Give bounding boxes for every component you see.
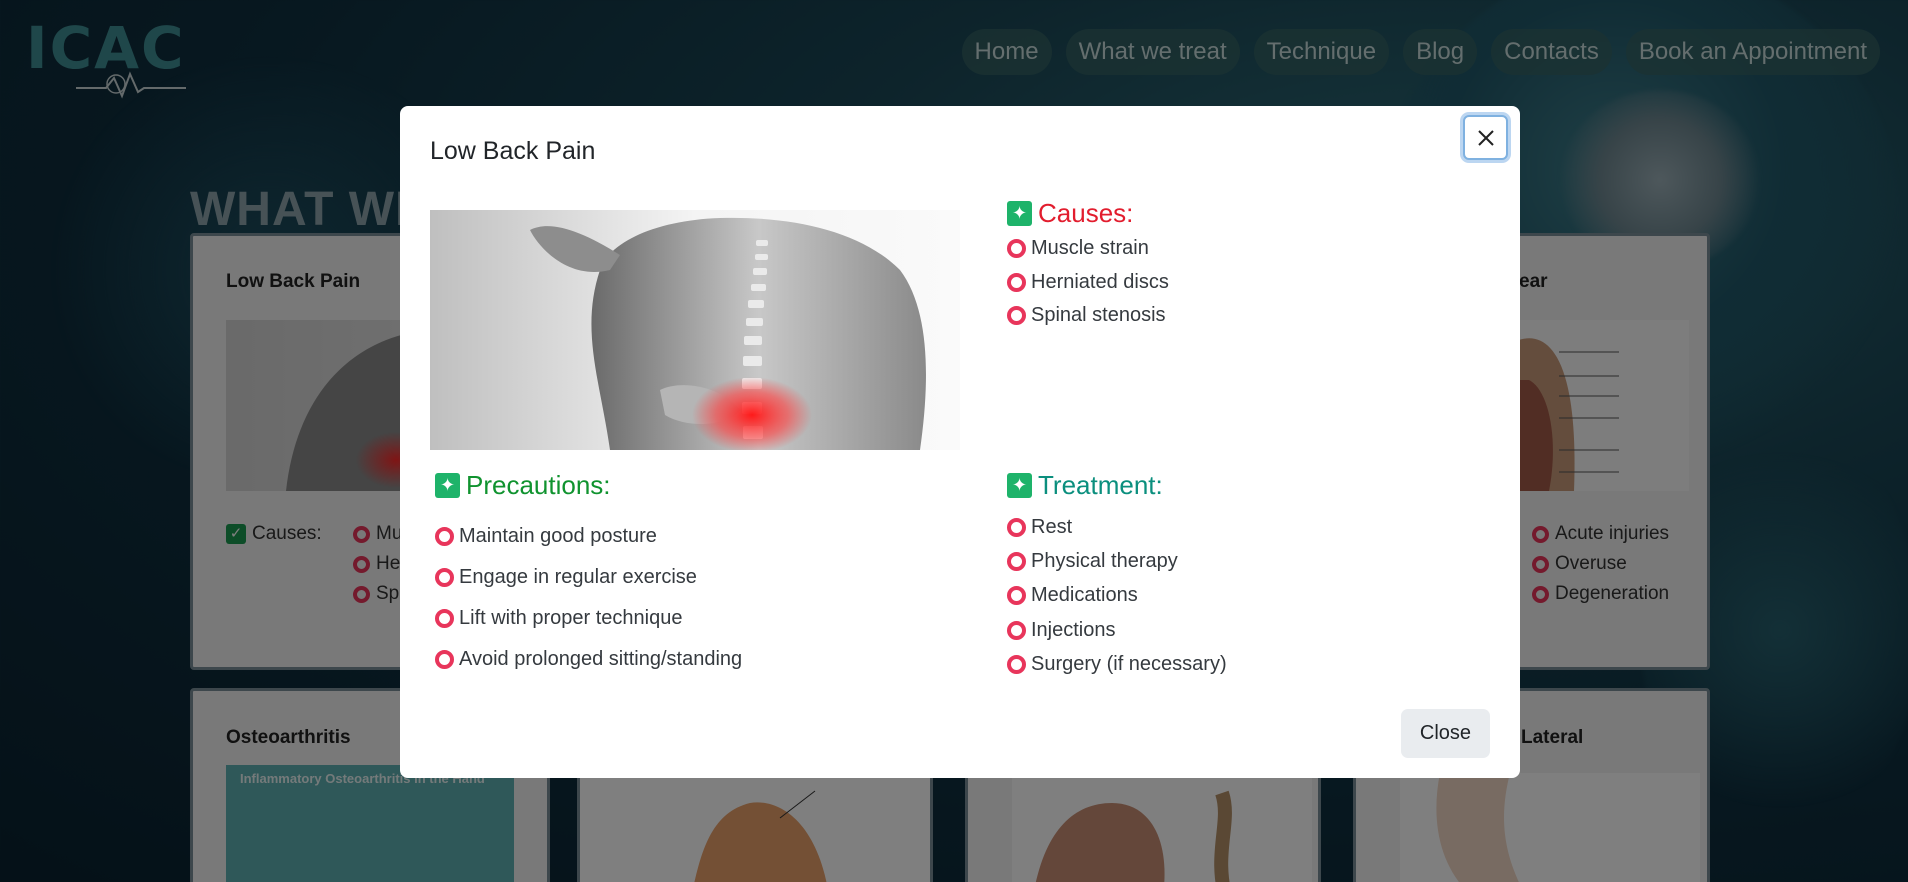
list-item: Maintain good posture xyxy=(435,516,742,557)
list-item-text: Engage in regular exercise xyxy=(459,566,697,588)
treatment-heading: ✦ Treatment: xyxy=(1007,470,1163,501)
list-item-text: Surgery (if necessary) xyxy=(1031,652,1227,675)
ring-bullet-icon xyxy=(435,527,454,546)
list-item-text: Injections xyxy=(1031,618,1116,641)
list-item-text: Medications xyxy=(1031,584,1138,607)
condition-modal: Low Back Pain ✦ Causes: Muscle strain He… xyxy=(400,106,1520,778)
ring-bullet-icon xyxy=(1007,620,1026,640)
ring-bullet-icon xyxy=(1007,306,1026,326)
list-item: Medications xyxy=(1007,579,1227,613)
treatment-heading-text: Treatment: xyxy=(1038,470,1163,500)
close-icon xyxy=(1477,129,1494,146)
ring-bullet-icon xyxy=(1007,654,1026,674)
close-button[interactable]: Close xyxy=(1401,709,1490,758)
back-pain-image xyxy=(430,210,960,450)
ring-bullet-icon xyxy=(1007,586,1026,606)
list-item: Lift with proper technique xyxy=(435,598,742,639)
ring-bullet-icon xyxy=(1007,272,1026,292)
causes-list: Muscle strain Herniated discs Spinal ste… xyxy=(1007,232,1169,333)
precautions-heading: ✦ Precautions: xyxy=(435,470,611,501)
sparkle-icon: ✦ xyxy=(1007,473,1032,498)
treatment-list: Rest Physical therapy Medications Inject… xyxy=(1007,510,1227,681)
list-item: Muscle strain xyxy=(1007,232,1169,266)
precautions-heading-text: Precautions: xyxy=(466,470,611,500)
causes-heading: ✦ Causes: xyxy=(1007,198,1133,229)
ring-bullet-icon xyxy=(1007,551,1026,571)
list-item: Injections xyxy=(1007,613,1227,647)
close-icon-button[interactable] xyxy=(1463,115,1508,160)
sparkle-icon: ✦ xyxy=(435,473,460,498)
list-item-text: Rest xyxy=(1031,515,1073,538)
list-item: Engage in regular exercise xyxy=(435,557,742,598)
ring-bullet-icon xyxy=(1007,517,1026,537)
ring-bullet-icon xyxy=(1007,239,1026,259)
modal-title: Low Back Pain xyxy=(430,137,596,165)
precautions-list: Maintain good posture Engage in regular … xyxy=(435,516,742,680)
list-item: Herniated discs xyxy=(1007,266,1169,300)
list-item-text: Muscle strain xyxy=(1031,237,1149,260)
list-item-text: Maintain good posture xyxy=(459,525,657,547)
list-item-text: Lift with proper technique xyxy=(459,607,683,629)
list-item: Physical therapy xyxy=(1007,544,1227,578)
list-item: Rest xyxy=(1007,510,1227,544)
ring-bullet-icon xyxy=(435,568,454,587)
ring-bullet-icon xyxy=(435,609,454,628)
list-item: Avoid prolonged sitting/standing xyxy=(435,639,742,680)
list-item-text: Avoid prolonged sitting/standing xyxy=(459,648,743,670)
ring-bullet-icon xyxy=(435,650,454,669)
list-item-text: Spinal stenosis xyxy=(1031,304,1166,327)
list-item-text: Physical therapy xyxy=(1031,549,1178,572)
sparkle-icon: ✦ xyxy=(1007,201,1032,226)
list-item: Spinal stenosis xyxy=(1007,299,1169,333)
list-item-text: Herniated discs xyxy=(1031,270,1169,293)
causes-heading-text: Causes: xyxy=(1038,198,1134,228)
list-item: Surgery (if necessary) xyxy=(1007,647,1227,681)
